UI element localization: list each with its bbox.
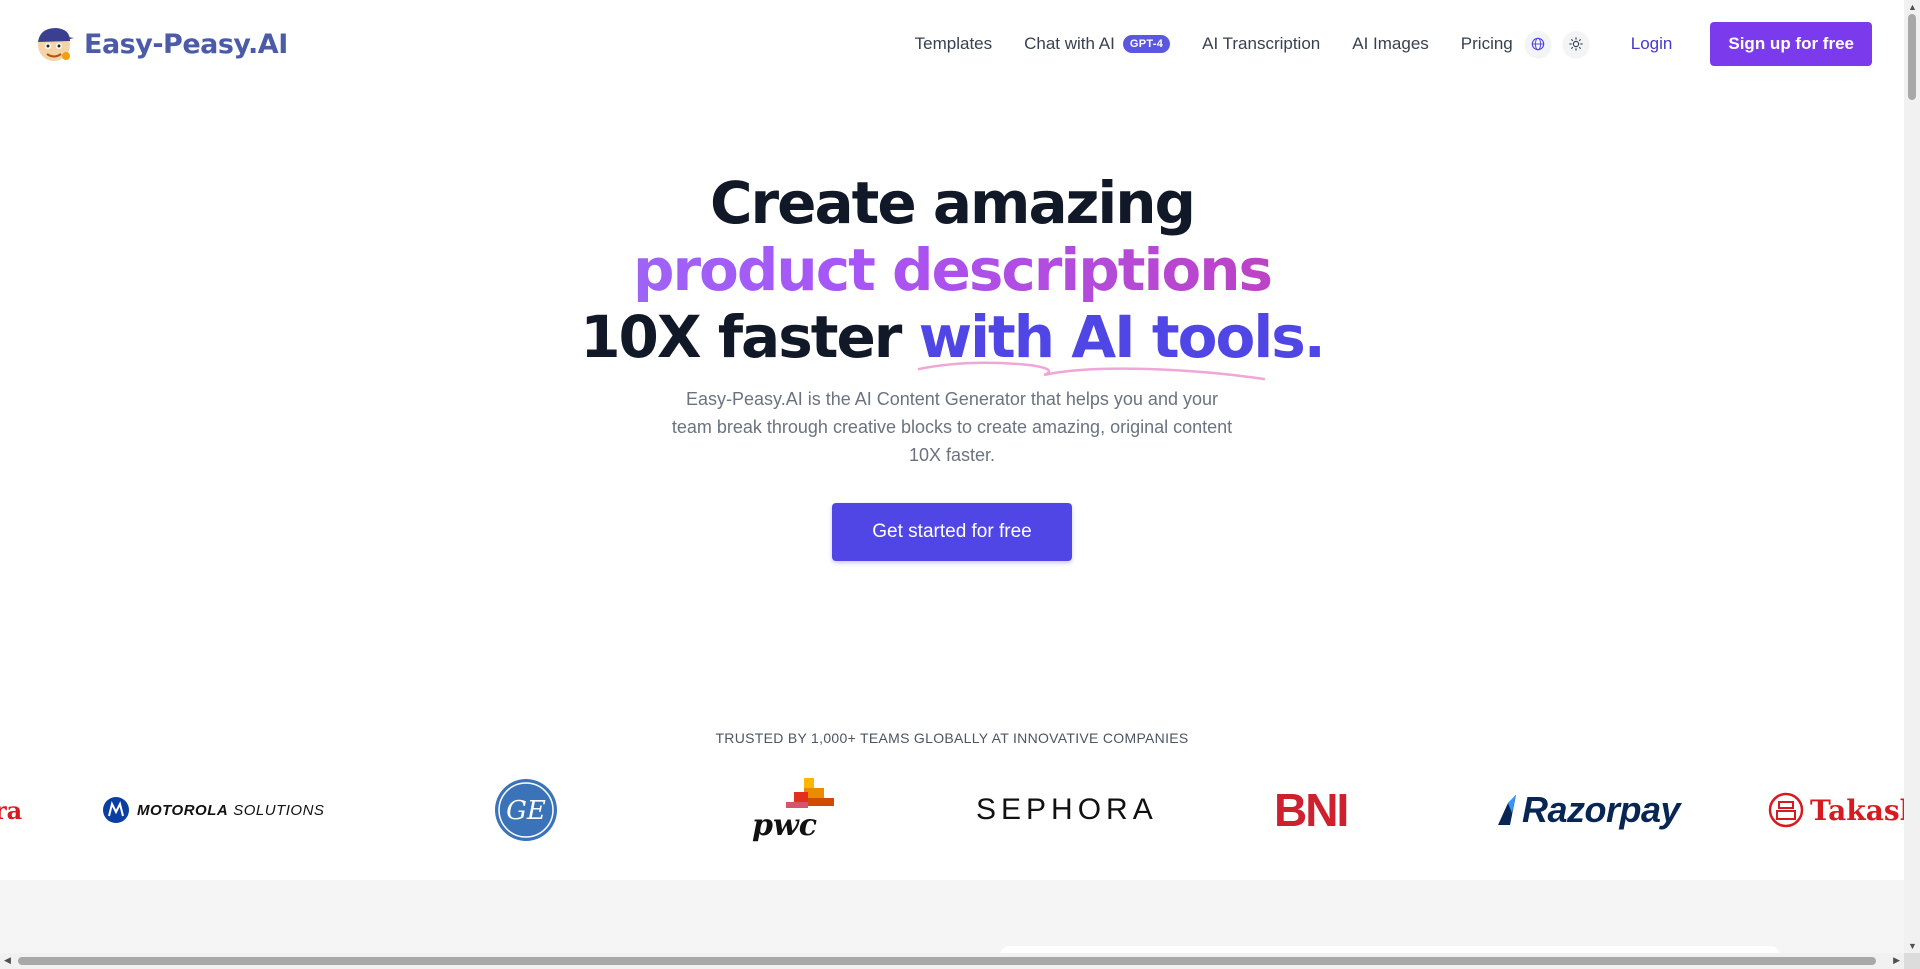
pwc-blocks-icon (786, 778, 834, 808)
headline-line-2: product descriptions (0, 237, 1904, 304)
pwc-text: pwc (752, 808, 818, 843)
headline-highlight-text: with AI tools. (918, 303, 1326, 371)
nav-ai-transcription[interactable]: AI Transcription (1202, 34, 1320, 54)
site-header: Easy-Peasy.AI Templates Chat with AI GPT… (0, 0, 1904, 88)
logo-partial-left: ra (0, 775, 22, 845)
logo-razorpay: Razorpay (1496, 775, 1681, 845)
logo-pwc: pwc (750, 775, 834, 845)
logo-partial-left-text: ra (0, 795, 23, 825)
logo-ge: GE (494, 775, 558, 845)
login-link[interactable]: Login (1631, 34, 1673, 54)
ge-monogram-text: GE (506, 796, 546, 826)
hero-headline: Create amazing product descriptions 10X … (0, 169, 1904, 381)
ge-monogram-icon: GE (495, 779, 557, 841)
scroll-right-arrow-icon[interactable]: ▶ (1893, 955, 1900, 966)
logo-bni: BNI (1274, 775, 1349, 845)
brand-name: Easy-Peasy.AI (84, 28, 288, 60)
scroll-down-arrow-icon[interactable]: ▼ (1908, 941, 1917, 951)
nav-chat-with-ai[interactable]: Chat with AI GPT-4 (1024, 34, 1171, 54)
scrollbar-corner (1904, 953, 1920, 969)
motorola-icon (103, 797, 129, 823)
get-started-button[interactable]: Get started for free (832, 503, 1072, 561)
hero-subtitle: Easy-Peasy.AI is the AI Content Generato… (671, 389, 1233, 465)
vertical-scrollbar[interactable]: ▲ ▼ (1904, 0, 1920, 953)
sun-icon (1569, 37, 1583, 51)
company-logos: ra MOTOROLA SOLUTIONS GE pwc SEPHORA BNI… (0, 775, 1920, 845)
language-button[interactable] (1524, 31, 1551, 57)
bni-text: BNI (1274, 784, 1349, 836)
theme-toggle-button[interactable] (1562, 31, 1589, 57)
logo-takashimaya: Takashi (1768, 775, 1920, 845)
gpt4-badge: GPT-4 (1122, 35, 1171, 53)
sephora-text: SEPHORA (976, 793, 1158, 826)
nav-ai-images[interactable]: AI Images (1352, 34, 1429, 54)
vertical-scroll-thumb[interactable] (1908, 14, 1916, 100)
main-nav: Templates Chat with AI GPT-4 AI Transcri… (883, 22, 1872, 66)
headline-line-3: 10X faster with AI tools. (0, 303, 1904, 381)
mascot-icon (38, 28, 74, 61)
headline-line-3-dark: 10X faster (580, 303, 919, 371)
logo-motorola: MOTOROLA SOLUTIONS (103, 775, 324, 845)
nav-templates[interactable]: Templates (915, 34, 992, 54)
hero-section: Create amazing product descriptions 10X … (0, 170, 1904, 561)
motorola-text: MOTOROLA (137, 801, 229, 819)
trusted-heading: TRUSTED BY 1,000+ TEAMS GLOBALLY AT INNO… (715, 730, 1189, 746)
takashimaya-seal-icon (1768, 792, 1804, 828)
scroll-left-arrow-icon[interactable]: ◀ (4, 955, 11, 966)
motorola-suffix: SOLUTIONS (233, 801, 325, 819)
razorpay-text: Razorpay (1522, 789, 1681, 830)
headline-line-3-highlight: with AI tools. (917, 303, 1326, 381)
horizontal-scrollbar[interactable]: ◀ ▶ (0, 953, 1904, 969)
logo-sephora: SEPHORA (976, 775, 1158, 845)
brand-logo[interactable]: Easy-Peasy.AI (32, 24, 288, 64)
nav-pricing[interactable]: Pricing (1461, 34, 1513, 54)
scroll-up-arrow-icon[interactable]: ▲ (1908, 2, 1917, 12)
razorpay-icon (1498, 795, 1516, 825)
globe-icon (1531, 37, 1545, 51)
horizontal-scroll-thumb[interactable] (18, 957, 1876, 965)
headline-line-1: Create amazing (709, 169, 1196, 237)
nav-chat-label: Chat with AI (1024, 34, 1115, 53)
signup-button[interactable]: Sign up for free (1710, 22, 1872, 66)
